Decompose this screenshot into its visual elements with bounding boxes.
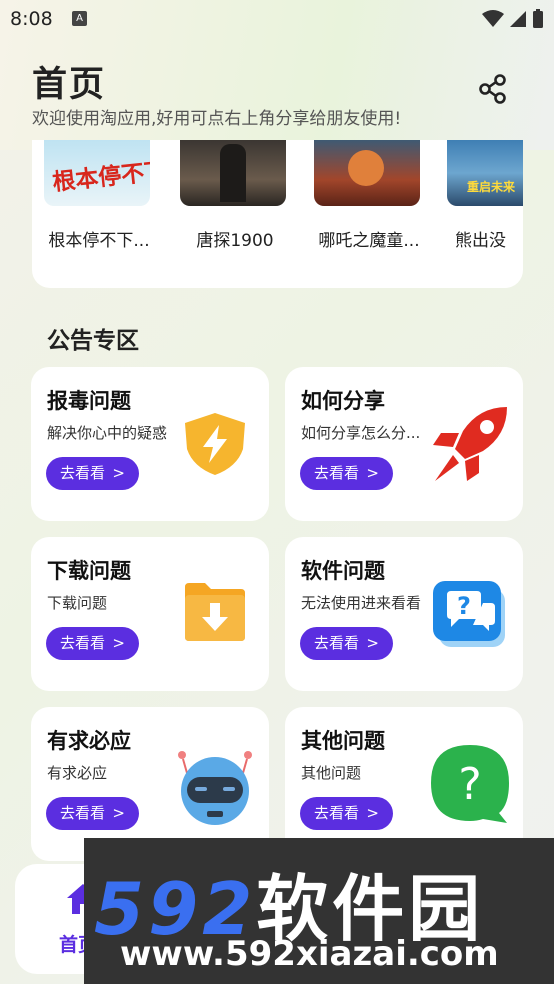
view-button-label: 去看看: [314, 464, 360, 482]
movie-item[interactable]: 哪吒之魔童...: [314, 140, 424, 251]
svg-text:?: ?: [457, 592, 471, 620]
wifi-icon: [481, 9, 504, 27]
movie-poster: [180, 140, 286, 206]
view-button[interactable]: 去看看 >: [46, 457, 139, 490]
movie-name: 熊出没: [455, 231, 506, 251]
download-folder-icon: [185, 583, 245, 641]
notice-card[interactable]: 软件问题 无法使用进来看看 去看看 > ?: [285, 537, 523, 691]
question-bubble-icon: ?: [431, 745, 509, 823]
movie-item[interactable]: 重启未来 熊出没: [447, 140, 523, 251]
notification-icon: A: [72, 11, 87, 26]
view-button[interactable]: 去看看 >: [300, 797, 393, 830]
chevron-right-icon: >: [366, 804, 379, 822]
view-button-label: 去看看: [314, 804, 360, 822]
notice-card-desc: 下载问题: [47, 594, 108, 612]
page-subtitle: 欢迎使用淘应用,好用可点右上角分享给朋友使用!: [32, 109, 402, 129]
view-button[interactable]: 去看看 >: [300, 457, 393, 490]
notice-card-desc: 有求必应: [47, 764, 108, 782]
notice-card-title: 软件问题: [301, 559, 385, 583]
notice-card-desc: 如何分享怎么分...: [301, 424, 421, 442]
movie-poster: 根本停不下来: [44, 140, 150, 206]
chevron-right-icon: >: [366, 634, 379, 652]
notice-card-desc: 解决你心中的疑惑: [47, 424, 168, 442]
battery-icon: [533, 8, 543, 28]
robot-icon: [178, 751, 252, 825]
movie-carousel: 根本停不下来 根本停不下... 唐探1900 哪吒之魔童... 重启未来 熊出没: [32, 140, 523, 288]
chevron-right-icon: >: [112, 464, 125, 482]
signal-icon: [509, 10, 526, 27]
share-icon: [479, 74, 506, 104]
poster-title: 重启未来: [467, 180, 516, 194]
view-button-label: 去看看: [60, 634, 106, 652]
notice-card[interactable]: 报毒问题 解决你心中的疑惑 去看看 >: [31, 367, 269, 521]
movie-name: 哪吒之魔童...: [318, 231, 420, 251]
notice-card[interactable]: 如何分享 如何分享怎么分... 去看看 >: [285, 367, 523, 521]
rocket-icon: [433, 407, 507, 481]
movie-poster: 重启未来: [447, 140, 523, 206]
notice-card-desc: 无法使用进来看看: [301, 594, 422, 612]
notice-card-desc: 其他问题: [301, 764, 362, 782]
notice-card[interactable]: 下载问题 下载问题 去看看 >: [31, 537, 269, 691]
status-bar: 8:08 A: [0, 0, 554, 40]
movie-item[interactable]: 根本停不下来 根本停不下...: [44, 140, 154, 251]
view-button-label: 去看看: [60, 464, 106, 482]
movie-item[interactable]: 唐探1900: [180, 140, 290, 251]
notice-card-title: 如何分享: [301, 389, 385, 413]
notice-section-title: 公告专区: [47, 328, 139, 354]
movie-poster: [314, 140, 420, 206]
view-button[interactable]: 去看看 >: [300, 627, 393, 660]
poster-title: 根本停不下来: [51, 155, 150, 197]
notice-card-title: 下载问题: [47, 559, 131, 583]
watermark-url: www.592xiazai.com: [120, 934, 499, 974]
chevron-right-icon: >: [366, 464, 379, 482]
question-chat-icon: ?: [433, 581, 505, 647]
share-button[interactable]: [476, 72, 510, 106]
notice-card-title: 报毒问题: [47, 389, 131, 413]
status-time: 8:08: [10, 8, 53, 30]
status-icons: [481, 8, 544, 29]
view-button-label: 去看看: [314, 634, 360, 652]
chevron-right-icon: >: [112, 634, 125, 652]
notice-card-title: 有求必应: [47, 729, 131, 753]
view-button-label: 去看看: [60, 804, 106, 822]
page-title: 首页: [32, 65, 107, 105]
notice-card-title: 其他问题: [301, 729, 385, 753]
view-button[interactable]: 去看看 >: [46, 797, 139, 830]
view-button[interactable]: 去看看 >: [46, 627, 139, 660]
watermark-banner: 592软件园 www.592xiazai.com: [84, 838, 554, 984]
movie-name: 根本停不下...: [48, 231, 150, 251]
svg-text:?: ?: [458, 759, 481, 810]
movie-name: 唐探1900: [196, 231, 274, 251]
chevron-right-icon: >: [112, 804, 125, 822]
shield-lightning-icon: [185, 413, 245, 475]
